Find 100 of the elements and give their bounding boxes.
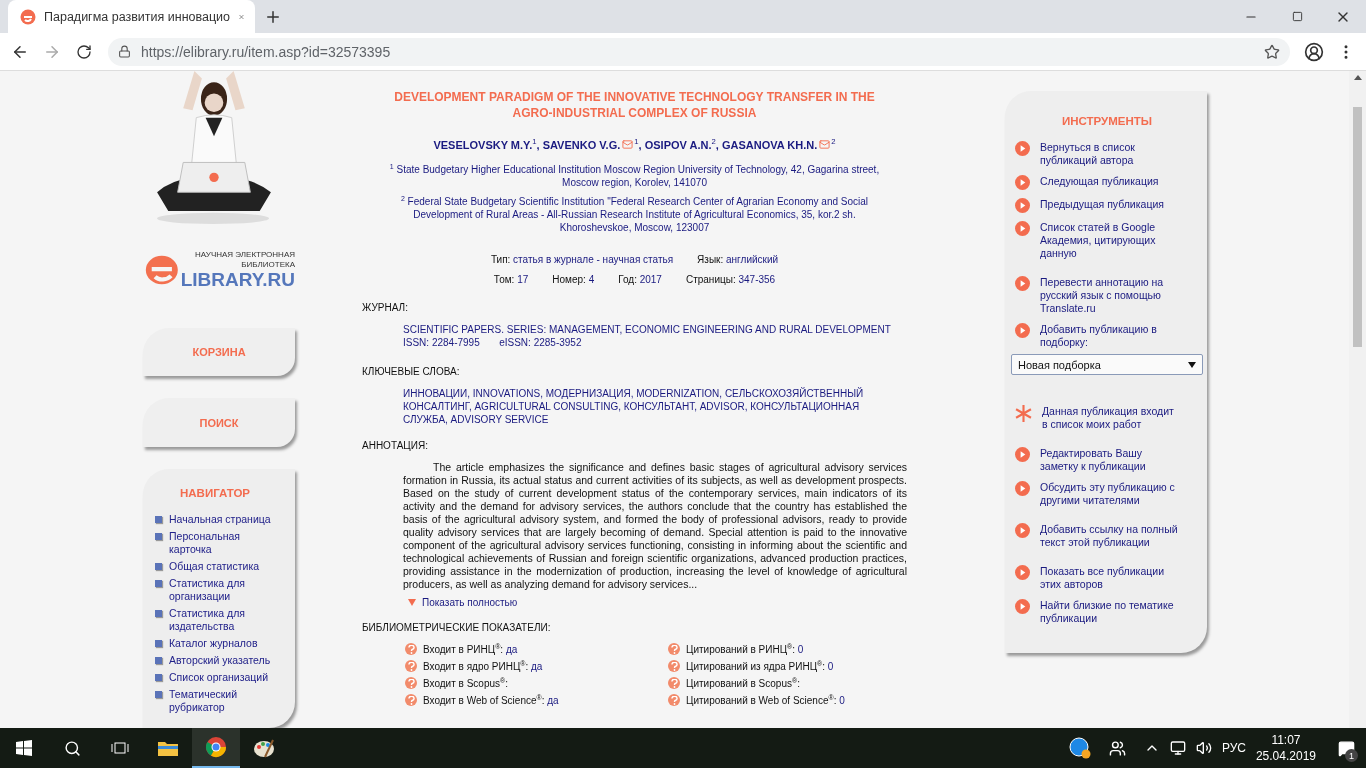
tool-link[interactable]: Следующая публикация (1040, 175, 1159, 188)
lock-icon (118, 45, 131, 58)
panel-title: ИНСТРУМЕНТЫ (1060, 115, 1154, 127)
meta-field: Тип: статья в журнале - научная статья (490, 254, 674, 265)
profile-icon[interactable] (1304, 41, 1324, 62)
tool-link[interactable]: Предыдущая публикация (1040, 198, 1164, 211)
bullet-icon (155, 563, 162, 570)
play-icon (1015, 323, 1030, 338)
tool-link[interactable]: Вернуться в список публикаций автора (1040, 141, 1181, 167)
bullet-icon (155, 640, 162, 647)
tool-link[interactable]: Найти близкие по тематике публикации (1040, 599, 1181, 625)
bullet-icon (155, 516, 162, 523)
affiliation: $^{1}$ State Budgetary Higher Educational Institution Moscow Region University of Technology, 42, Gagarina street, Moscow region, Korolev, 141070 (388, 163, 881, 189)
network-icon[interactable] (1169, 740, 1186, 756)
show-more-link[interactable]: Показать полностью (422, 597, 518, 608)
play-icon (1015, 523, 1030, 538)
play-icon (1015, 276, 1030, 291)
bullet-icon (155, 674, 162, 681)
issn-line: ISSN: 2284-7995 eISSN: 2285-3952 (403, 336, 583, 349)
meta-field: Номер: 4 (552, 274, 595, 285)
logo-text: НАУЧНАЯ ЭЛЕКТРОННАЯ (195, 249, 295, 260)
tool-link[interactable]: Показать все публикации этих авторов (1040, 565, 1181, 591)
tool-link[interactable]: Добавить ссылку на полный текст этой публикации (1040, 523, 1181, 549)
scroll-up-icon[interactable] (1353, 75, 1362, 80)
meta-field: Год: 2017 (618, 274, 662, 285)
language-indicator[interactable]: РУС (1221, 741, 1246, 755)
notification-badge: 1 (1345, 749, 1358, 762)
meta-field: Страницы: 347-356 (685, 274, 776, 285)
play-icon (1015, 141, 1030, 156)
tool-link[interactable]: Перевести аннотацию на русский язык с помощью Translate.ru (1040, 276, 1181, 315)
bookmark-star-icon[interactable] (1264, 43, 1280, 60)
metric-label: Цитирований в Scopus$^{®}$: (686, 677, 800, 689)
separator: , (536, 139, 541, 151)
metric-label: Цитирований из ядра РИНЦ$^{®}$: 0 (686, 660, 834, 672)
maximize-icon[interactable] (1291, 11, 1303, 22)
task-view-icon[interactable] (111, 740, 129, 756)
logo-name: LIBRARY.RU (180, 269, 295, 290)
nav-link[interactable]: Каталог журналов (169, 637, 258, 650)
play-icon (1015, 221, 1030, 236)
nav-link[interactable]: Тематический рубрикатор (169, 688, 275, 714)
journal-link[interactable]: SCIENTIFIC PAPERS. SERIES: MANAGEMENT, ECONOMIC ENGINEERING AND RURAL DEVELOPMENT (403, 323, 907, 336)
tab-title: Парадигма развития инновацио (44, 9, 231, 24)
browser-tab[interactable]: Парадигма развития инновацио (8, 0, 255, 33)
tool-link[interactable]: Редактировать Вашу заметку к публикации (1040, 447, 1181, 473)
play-icon (1015, 175, 1030, 190)
search-icon[interactable] (63, 739, 81, 757)
chrome-icon[interactable] (205, 736, 227, 758)
section-heading: АННОТАЦИЯ: (362, 440, 429, 451)
nav-link[interactable]: Персональная карточка (169, 530, 275, 556)
tool-link[interactable]: Добавить публикацию в подборку: (1040, 323, 1181, 349)
meta-field: Язык: английский (697, 254, 779, 265)
metric-label: Входит в РИНЦ$^{®}$: да (423, 643, 518, 655)
section-heading: БИБЛИОМЕТРИЧЕСКИЕ ПОКАЗАТЕЛИ: (362, 622, 552, 633)
bullet-icon (155, 533, 162, 540)
separator: , (638, 139, 643, 151)
caret-icon (1188, 361, 1196, 368)
bullet-icon (155, 580, 162, 587)
tool-link[interactable]: Обсудить эту публикацию с другими читателями (1040, 481, 1181, 507)
metric-label: Цитирований в РИНЦ$^{®}$: 0 (686, 643, 804, 655)
folder-icon[interactable] (158, 740, 178, 756)
tool-link[interactable]: Список статей в Google Академия, цитирующих данную (1040, 221, 1181, 260)
play-icon (1015, 599, 1030, 614)
keyword-list: ИННОВАЦИИ, INNOVATIONS, МОДЕРНИЗАЦИЯ, MODERNIZATION, СЕЛЬСКОХОЗЯЙСТВЕННЫЙ КОНСАЛТИНГ, AGRICULTURAL CONSULTING, КОНСУЛЬТАНТ, ADVISOR, КОНСУЛЬТАЦИОННАЯ СЛУЖБА, ADVISORY SERVICE (403, 387, 873, 426)
logo-text: БИБЛИОТЕКА (241, 259, 295, 270)
bullet-icon (155, 610, 162, 617)
play-icon (1015, 481, 1030, 496)
nav-link[interactable]: Общая статистика (169, 560, 260, 573)
clock[interactable]: 11:07 25.04.2019 (1255, 732, 1316, 764)
play-icon (1015, 447, 1030, 462)
help-icon[interactable] (1068, 737, 1091, 759)
paint-icon[interactable] (253, 737, 275, 759)
affiliation: $^{2}$ Federal State Budgetary Scientific Institution "Federal Research Center of Agrarian Economy and Social Development of Rural Areas - All-Russian Research Institute of Agricultural Economics, 35, kor.2 sh. Khoroshevskoe, Moscow, 123007 (399, 195, 870, 234)
article-title: DEVELOPMENT PARADIGM OF THE INNOVATIVE TECHNOLOGY TRANSFER IN THE AGRO-INDUSTRIAL COMPLEX OF RUSSIA (393, 89, 876, 121)
author-link[interactable]: OSIPOV A.N. (644, 139, 712, 151)
scrollbar[interactable] (1349, 71, 1366, 728)
author-link[interactable]: GASANOVA KH.N. (721, 139, 832, 151)
author-link[interactable]: VESELOVSKY M.Y. (433, 139, 533, 151)
nav-link[interactable]: Статистика для издательства (169, 607, 275, 633)
author-link[interactable]: SAVENKO V.G. (542, 139, 635, 151)
abstract-text: The article emphasizes the significance and defines basic stages of agricultural advisory services formation in Russia, its actual status and current activities of its subjects, as well as development prospects. Based on the study of current development status of the contemporary services, main indicators of its activity and the demand for advisory services, the authors conclude that the country has established the basis of the agricultural advisory system, and formed the body of professional advisors, ready to provide quality advisory services that are largely becoming of demand. Special attention is paid to the innovative component of the agricultural advisory services functioning, consisting in informing about the scientific and technological achievements of Russian and foreign scientific organizations, advanced production practices, providing assistance in the modernization of production, increasing the level of knowledge of agricultural producers, as well as analyzing demand for advisory services... (403, 461, 907, 591)
nav-link[interactable]: Начальная страница (169, 513, 271, 526)
bullet-icon (155, 657, 162, 664)
scroll-thumb[interactable] (1353, 107, 1362, 347)
play-icon (1015, 198, 1030, 213)
nav-link[interactable]: Статистика для организации (169, 577, 275, 603)
metric-label: Входит в Scopus$^{®}$: (423, 677, 508, 689)
collection-select[interactable]: Новая подборка (1011, 354, 1203, 375)
reload-icon[interactable] (76, 43, 92, 60)
panel-title: НАВИГАТОР (178, 487, 252, 499)
volume-icon[interactable] (1195, 740, 1212, 756)
start-icon[interactable] (16, 740, 32, 756)
meta-field: Том: 17 (493, 274, 529, 285)
nav-link[interactable]: Авторский указатель (169, 654, 271, 667)
triangle-icon (408, 599, 416, 606)
address-field[interactable]: https://elibrary.ru/item.asp?id=32573395 (108, 37, 1290, 66)
separator: , (715, 139, 720, 151)
bullet-icon (155, 691, 162, 698)
nav-link[interactable]: Список организаций (169, 671, 269, 684)
people-icon[interactable] (1108, 739, 1126, 757)
asterisk-icon (1015, 405, 1032, 422)
